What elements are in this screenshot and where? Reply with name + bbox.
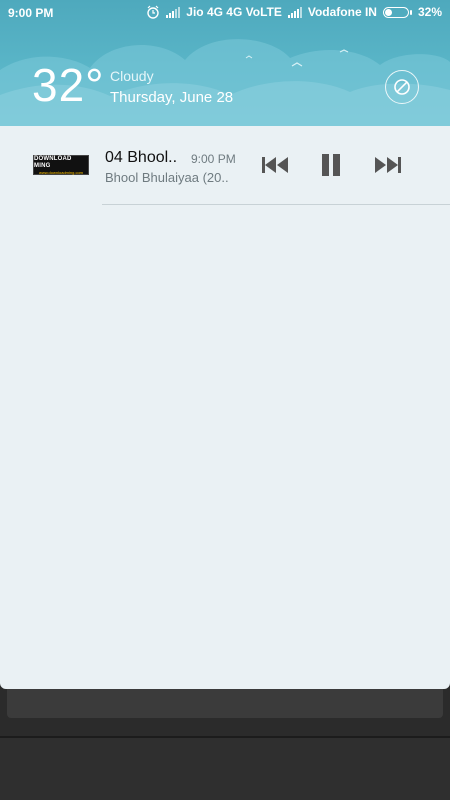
temperature[interactable]: 32° (32, 60, 105, 110)
previous-icon (262, 157, 288, 173)
track-subtitle[interactable]: Bhool Bhulaiyaa (20.. (105, 170, 235, 185)
block-icon (394, 79, 410, 95)
status-time: 9:00 PM (8, 6, 54, 20)
notification-divider (102, 204, 450, 205)
alarm-icon (147, 5, 159, 19)
background-app-card (7, 689, 443, 718)
pause-icon (322, 154, 340, 176)
next-button[interactable] (371, 149, 405, 181)
status-bar: 9:00 PM Jio 4G 4G VoLTE Vodafone IN 32% (0, 0, 450, 26)
status-indicators: Jio 4G 4G VoLTE Vodafone IN 32% (146, 5, 442, 19)
do-not-disturb-button[interactable] (385, 70, 419, 104)
previous-button[interactable] (258, 149, 292, 181)
carrier2-label: Vodafone IN (307, 5, 377, 19)
carrier1-label: Jio 4G 4G VoLTE (186, 5, 282, 19)
album-art-logo: DOWNLOAD MING (34, 155, 72, 169)
pause-button[interactable] (314, 149, 348, 181)
battery-percent: 32% (417, 5, 442, 19)
weather-date[interactable]: Thursday, June 28 (110, 89, 233, 106)
album-art[interactable]: DOWNLOAD MING www.downloadming.com (33, 155, 89, 175)
weather-condition[interactable]: Cloudy (110, 68, 154, 84)
notification-time: 9:00 PM (191, 152, 236, 166)
signal-icon (287, 7, 302, 18)
album-art-url: www.downloadming.com (38, 169, 84, 175)
background-app-bottom (0, 738, 450, 800)
signal-icon (166, 7, 181, 18)
notification-header: 9:00 PM Jio 4G 4G VoLTE Vodafone IN 32% … (0, 0, 450, 128)
notification-panel: DOWNLOAD MING www.downloadming.com 04 Bh… (0, 126, 450, 689)
next-icon (375, 157, 401, 173)
track-title[interactable]: 04 Bhool.. (105, 149, 183, 167)
battery-icon (382, 6, 412, 18)
